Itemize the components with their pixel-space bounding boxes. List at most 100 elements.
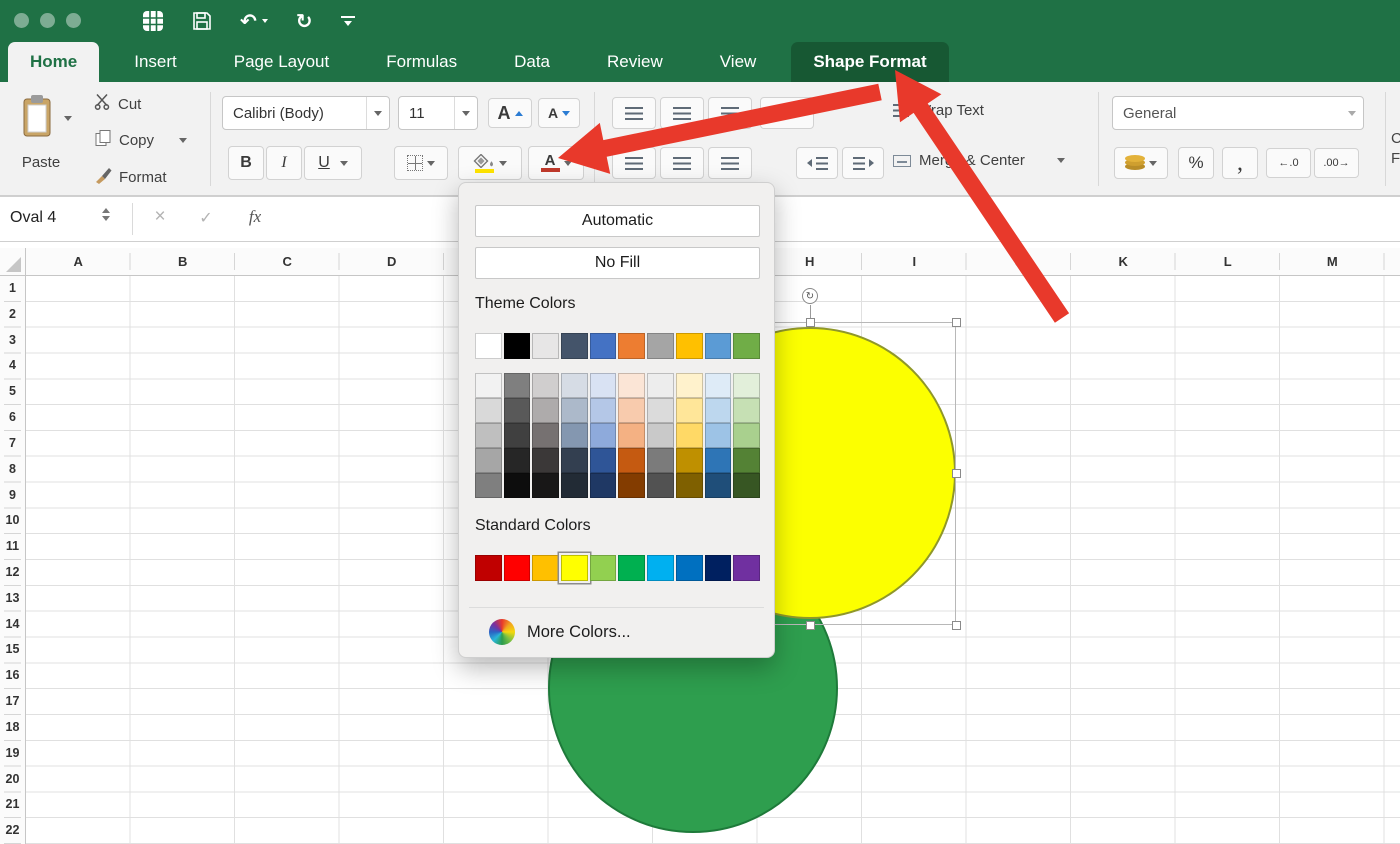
no-fill-button[interactable]: No Fill [475, 247, 760, 279]
theme-color-swatch-E7E6E6[interactable] [532, 333, 559, 359]
minimize-button[interactable] [40, 13, 55, 28]
theme-variant-r4-swatch-7F7F7F[interactable] [475, 473, 502, 498]
row-header-16[interactable]: 16 [0, 663, 25, 689]
theme-variant-r0-swatch-D0CECE[interactable] [532, 373, 559, 398]
formula-input[interactable] [292, 205, 1392, 235]
row-header-19[interactable]: 19 [0, 741, 25, 767]
theme-color-swatch-FFFFFF[interactable] [475, 333, 502, 359]
theme-variant-r3-swatch-2F5597[interactable] [590, 448, 617, 473]
copy-button[interactable]: Copy [94, 129, 187, 152]
theme-variant-r2-swatch-8497B0[interactable] [561, 423, 588, 448]
orientation-button[interactable]: ab [760, 97, 814, 129]
standard-color-swatch-C00000[interactable] [475, 555, 502, 581]
tab-insert[interactable]: Insert [112, 42, 199, 82]
customize-toolbar-button[interactable] [341, 16, 355, 26]
orientation-dropdown-caret-icon[interactable] [793, 111, 801, 116]
font-family-caret[interactable] [366, 97, 389, 129]
accounting-format-button[interactable] [1114, 147, 1168, 179]
theme-variant-r2-swatch-A9D08E[interactable] [733, 423, 760, 448]
row-header-3[interactable]: 3 [0, 328, 25, 354]
theme-color-swatch-A5A5A5[interactable] [647, 333, 674, 359]
redo-button[interactable]: ↻ [296, 11, 313, 31]
theme-color-swatch-70AD47[interactable] [733, 333, 760, 359]
fill-color-dropdown-caret-icon[interactable] [499, 161, 507, 166]
theme-variant-r3-swatch-548235[interactable] [733, 448, 760, 473]
theme-variant-r3-swatch-333F50[interactable] [561, 448, 588, 473]
percent-style-button[interactable]: % [1178, 147, 1214, 179]
row-header-17[interactable]: 17 [0, 689, 25, 715]
theme-variant-r0-swatch-F2F2F2[interactable] [475, 373, 502, 398]
name-box[interactable]: Oval 4 [10, 209, 56, 227]
theme-variant-r4-swatch-222B35[interactable] [561, 473, 588, 498]
selection-handle-middle-right[interactable] [952, 469, 961, 478]
theme-variant-r1-swatch-FFE699[interactable] [676, 398, 703, 423]
bold-button[interactable]: B [228, 146, 264, 180]
italic-button[interactable]: I [266, 146, 302, 180]
theme-variant-r1-swatch-595959[interactable] [504, 398, 531, 423]
theme-variant-r1-swatch-C6E0B4[interactable] [733, 398, 760, 423]
cancel-button[interactable]: × [146, 206, 174, 228]
font-family-combo[interactable]: Calibri (Body) [222, 96, 390, 130]
tab-page-layout[interactable]: Page Layout [212, 42, 351, 82]
row-header-4[interactable]: 4 [0, 353, 25, 379]
zoom-button[interactable] [66, 13, 81, 28]
workbook-icon[interactable] [142, 10, 164, 32]
selection-handle-bottom-middle[interactable] [806, 621, 815, 630]
theme-variant-r0-swatch-D9E2F3[interactable] [590, 373, 617, 398]
theme-variant-r0-swatch-FFF2CC[interactable] [676, 373, 703, 398]
font-size-combo[interactable]: 11 [398, 96, 478, 130]
theme-variant-r2-swatch-767171[interactable] [532, 423, 559, 448]
standard-color-swatch-FFFF00[interactable] [561, 555, 588, 581]
row-header-7[interactable]: 7 [0, 431, 25, 457]
theme-variant-r1-swatch-D9D9D9[interactable] [475, 398, 502, 423]
theme-variant-r0-swatch-EDEDED[interactable] [647, 373, 674, 398]
select-all-button[interactable] [0, 248, 26, 276]
borders-button[interactable] [394, 146, 448, 180]
standard-color-swatch-00B050[interactable] [618, 555, 645, 581]
selection-handle-bottom-right[interactable] [952, 621, 961, 630]
theme-variant-r2-swatch-C9C9C9[interactable] [647, 423, 674, 448]
standard-color-swatch-92D050[interactable] [590, 555, 617, 581]
font-color-dropdown-caret-icon[interactable] [564, 161, 572, 166]
row-header-6[interactable]: 6 [0, 405, 25, 431]
fill-color-button[interactable] [458, 146, 522, 180]
row-header-20[interactable]: 20 [0, 767, 25, 793]
row-header-8[interactable]: 8 [0, 457, 25, 483]
align-right-button[interactable] [708, 147, 752, 179]
number-format-combo[interactable]: General [1112, 96, 1364, 130]
font-color-button[interactable]: A [528, 146, 584, 180]
theme-variant-r4-swatch-525252[interactable] [647, 473, 674, 498]
row-header-13[interactable]: 13 [0, 586, 25, 612]
theme-variant-r2-swatch-404040[interactable] [504, 423, 531, 448]
font-size-caret[interactable] [454, 97, 477, 129]
save-icon[interactable] [192, 11, 212, 31]
tab-home[interactable]: Home [8, 42, 99, 82]
theme-variant-r1-swatch-BDD7EE[interactable] [705, 398, 732, 423]
theme-variant-r1-swatch-F8CBAD[interactable] [618, 398, 645, 423]
tab-data[interactable]: Data [492, 42, 572, 82]
theme-color-swatch-5B9BD5[interactable] [705, 333, 732, 359]
number-format-caret[interactable] [1340, 97, 1363, 129]
theme-variant-r4-swatch-1F3864[interactable] [590, 473, 617, 498]
standard-color-swatch-00B0F0[interactable] [647, 555, 674, 581]
align-top-button[interactable] [612, 97, 656, 129]
theme-variant-r2-swatch-F4B183[interactable] [618, 423, 645, 448]
increase-indent-button[interactable] [842, 147, 884, 179]
row-header-12[interactable]: 12 [0, 560, 25, 586]
enter-button[interactable]: ✓ [192, 208, 220, 227]
theme-variant-r3-swatch-3B3838[interactable] [532, 448, 559, 473]
theme-variant-r4-swatch-0D0D0D[interactable] [504, 473, 531, 498]
theme-variant-r4-swatch-181717[interactable] [532, 473, 559, 498]
stepper-up-icon[interactable] [102, 208, 110, 213]
decrease-decimal-button[interactable]: .00→ [1314, 148, 1359, 178]
theme-color-swatch-FFC000[interactable] [676, 333, 703, 359]
theme-variant-r0-swatch-D6DCE5[interactable] [561, 373, 588, 398]
theme-variant-r3-swatch-7B7B7B[interactable] [647, 448, 674, 473]
row-header-2[interactable]: 2 [0, 302, 25, 328]
theme-variant-r1-swatch-ACB9CA[interactable] [561, 398, 588, 423]
row-header-5[interactable]: 5 [0, 379, 25, 405]
tab-review[interactable]: Review [585, 42, 685, 82]
row-header-10[interactable]: 10 [0, 508, 25, 534]
theme-variant-r0-swatch-FBE5D6[interactable] [618, 373, 645, 398]
rotation-handle[interactable]: ↻ [802, 288, 818, 304]
